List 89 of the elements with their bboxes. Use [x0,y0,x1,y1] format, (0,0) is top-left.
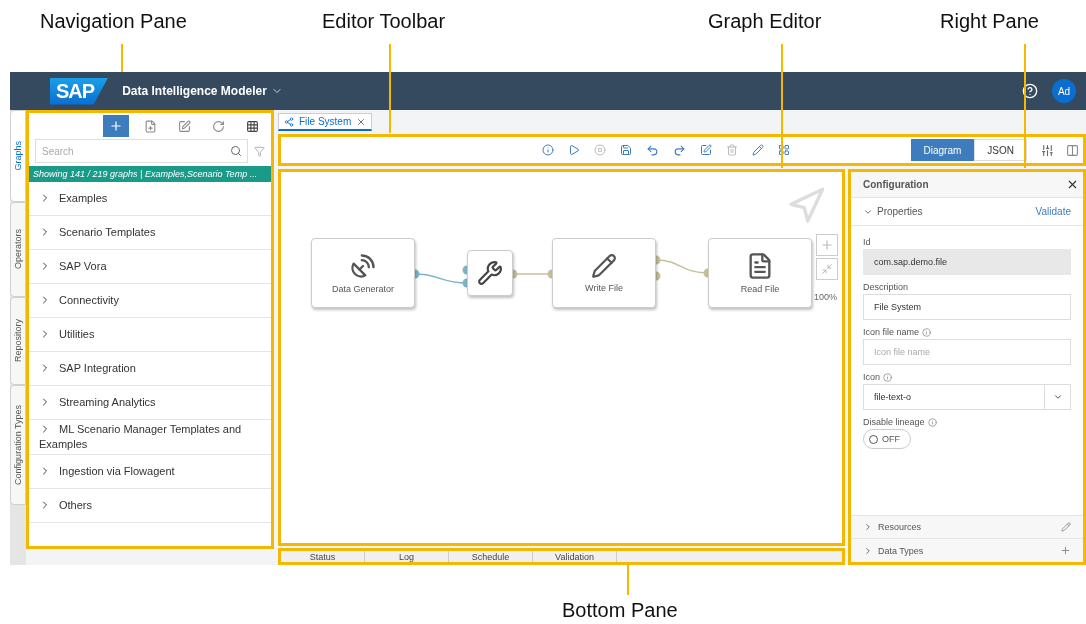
save-icon[interactable] [619,143,632,156]
lineage-switch[interactable]: OFF [863,429,911,449]
view-mode-button[interactable]: JSON [974,139,1027,161]
caret-icon [1052,392,1063,402]
callout-label: Graph Editor [708,10,822,33]
graph-icon [284,116,294,127]
delete-icon[interactable] [725,143,738,156]
input-field[interactable]: Icon file name [863,339,1071,365]
add-button[interactable] [103,115,129,137]
graph-category[interactable]: Ingestion via Flowagent [29,455,271,489]
user-avatar[interactable]: Ad [1052,79,1076,103]
field-label: Icon [863,372,880,382]
field-label: Disable lineage [863,417,925,427]
edit-icon[interactable] [699,143,712,156]
graph-node[interactable]: Read File [708,238,812,308]
grid-icon [245,119,259,133]
info-icon[interactable] [927,417,937,427]
editor-tab[interactable]: File System [278,113,373,131]
graph-category[interactable]: Examples [29,182,271,216]
bottom-tab[interactable]: Schedule [449,551,533,562]
redo-icon[interactable] [672,143,686,157]
plus-icon [109,119,123,133]
bottom-tab[interactable]: Status [281,551,365,562]
wrench-icon [477,260,503,286]
pane-title: Configuration [863,179,929,190]
graph-category[interactable]: Connectivity [29,284,271,318]
side-tab[interactable]: Graphs [10,110,26,202]
info-icon[interactable] [922,327,932,337]
chevron-right-icon [863,522,873,532]
info-icon[interactable] [883,372,892,382]
filter-icon[interactable] [254,145,265,157]
bottom-tab[interactable]: Validation [533,551,617,562]
collapsed-section[interactable]: Data Types [851,538,1083,562]
callout-label: Navigation Pane [40,10,187,33]
refresh-icon [211,119,225,133]
plus-icon[interactable] [1060,545,1071,556]
icon-select[interactable]: file-text-o [863,384,1071,410]
undo-icon[interactable] [645,143,659,157]
validate-link[interactable]: Validate [1035,206,1071,217]
field-label: Id [863,237,871,247]
collapsed-section[interactable]: Resources [851,515,1083,538]
input-field[interactable]: File System [863,294,1071,320]
section-header[interactable]: Properties Validate [851,198,1083,226]
stop-icon[interactable] [593,143,606,156]
graph-category[interactable]: ML Scenario Manager Templates and Examples [29,420,271,455]
run-icon[interactable] [567,143,580,156]
sliders-icon[interactable] [1041,143,1054,157]
id-field[interactable]: com.sap.demo.file [863,249,1071,275]
graph-category[interactable]: SAP Vora [29,250,271,284]
graph-category[interactable]: Streaming Analytics [29,386,271,420]
graph-category[interactable]: Utilities [29,318,271,352]
plus-icon [820,238,834,252]
search-field[interactable]: Search [35,139,248,163]
graph-node[interactable]: Write File [552,238,656,308]
graph-node[interactable] [467,250,513,296]
graph-category[interactable]: Others [29,489,271,523]
close-icon[interactable] [1066,178,1079,191]
satellite-dish-icon [349,252,377,280]
graph-node[interactable]: Data Generator [311,238,415,308]
edit-icon [177,119,191,133]
pencil-icon [591,253,617,279]
leader-line [121,44,123,72]
side-tab[interactable]: Configuration Types [10,385,26,505]
view-mode-button[interactable]: Diagram [910,139,975,161]
filter-info-bar: Showing 141 / 219 graphs | Examples,Scenario Temp ... [29,166,271,182]
field-label: Description [863,282,909,292]
field-label: Icon file name [863,327,920,337]
bottom-tab[interactable]: Log [365,551,449,562]
app-title[interactable]: Data Intelligence Modeler [122,84,267,98]
callout-label: Right Pane [940,10,1039,33]
help-icon[interactable] [1022,83,1038,99]
callout-label: Bottom Pane [562,599,678,622]
file-plus-icon [143,119,157,133]
section-label: Data Types [878,545,924,556]
sap-logo: SAP [50,77,109,105]
section-label: Resources [878,522,922,532]
info-icon[interactable] [541,143,554,156]
graph-category[interactable]: SAP Integration [29,352,271,386]
graph-category[interactable]: Scenario Templates [29,216,271,250]
pencil-icon[interactable] [1061,522,1071,532]
side-tab[interactable]: Operators [10,202,26,297]
chevron-right-icon [863,545,873,556]
search-icon[interactable] [230,145,242,157]
zoom-level: 100% [814,292,838,302]
panel-icon[interactable] [1066,143,1079,157]
side-tab[interactable]: Repository [10,297,26,385]
callout-label: Editor Toolbar [322,10,446,33]
pencil-icon[interactable] [751,143,764,156]
layout-icon[interactable] [777,143,790,156]
